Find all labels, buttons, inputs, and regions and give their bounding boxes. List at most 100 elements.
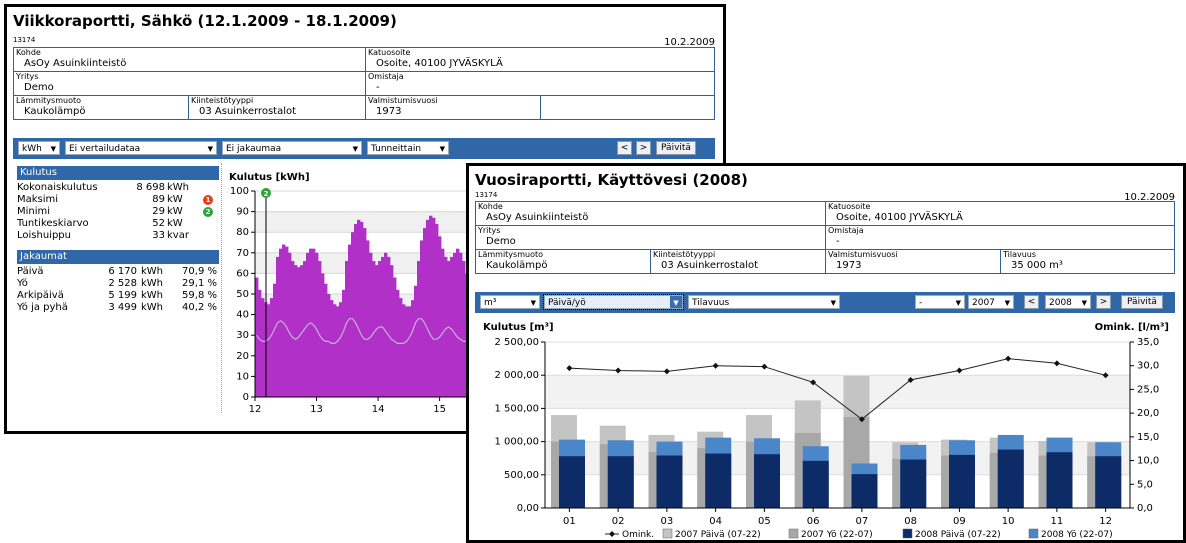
stat-value: 33	[152, 230, 165, 241]
y-tick-label: 10	[236, 371, 249, 382]
x-tick-label: 14	[372, 404, 385, 413]
compare-select[interactable]: - ▼	[915, 295, 965, 309]
kulutus-panel: Kulutus Kokonaiskulutus 8 698 kWh Maksimi 89…	[17, 166, 219, 314]
weekly-consumption-chart: 1009080706050403020100212 13 14 15	[230, 186, 487, 413]
kulutus-row: Minimi 29 kW 2	[17, 206, 219, 218]
consumption-bar	[282, 244, 286, 397]
chevron-down-icon: ▼	[352, 145, 358, 153]
consumption-bar	[414, 285, 418, 397]
refresh-button[interactable]: Päivitä	[656, 141, 696, 155]
omink-point	[615, 367, 622, 374]
consumption-bar	[405, 306, 409, 397]
basis-select[interactable]: Tilavuus ▼	[688, 295, 840, 309]
page-title: Vuosiraportti, Käyttövesi (2008)	[475, 171, 748, 189]
consumption-bar	[318, 261, 322, 397]
stat-value: 5 199	[108, 290, 137, 301]
stat-unit: kWh	[141, 278, 164, 289]
split-select[interactable]: Päivä/yö ▼	[543, 294, 684, 310]
consumption-bar	[288, 252, 292, 397]
jakaumat-row: Yö ja pyhä 3 499 kWh 40,2 %	[17, 302, 219, 314]
prev-button[interactable]: <	[1024, 295, 1039, 309]
chevron-down-icon: ▼	[830, 299, 836, 307]
y-tick-label: 60	[236, 268, 249, 279]
x-tick-label: 13	[310, 404, 323, 413]
kiinteisto-label: Kiinteistötyyppi	[191, 96, 254, 105]
legend-label: 2008 Päivä (07-22)	[915, 530, 1001, 540]
consumption-bar	[354, 223, 358, 397]
consumption-bar	[279, 248, 283, 397]
split-select[interactable]: Ei jakaumaa ▼	[222, 141, 362, 155]
year1-select[interactable]: 2007 ▼	[968, 295, 1014, 309]
consumption-bar	[339, 302, 343, 397]
stat-unit: kWh	[141, 302, 164, 313]
unit-select[interactable]: m³ ▼	[480, 295, 540, 309]
min-marker-icon[interactable]: 2	[203, 207, 213, 217]
chevron-down-icon: ▼	[530, 299, 536, 307]
stat-percent: 70,9 %	[182, 266, 217, 277]
kiinteisto-value: 03 Asuinkerrostalot	[661, 260, 759, 271]
yritys-value: Demo	[24, 82, 54, 93]
omink-point	[761, 363, 768, 370]
y2-tick-label: 10,0	[1137, 456, 1159, 467]
consumption-bar	[294, 265, 298, 397]
x-tick-label: 11	[1051, 516, 1064, 527]
kohde-label: Kohde	[478, 202, 503, 211]
grid-band	[545, 375, 1130, 409]
lammitys-label: Lämmitysmuoto	[478, 250, 543, 259]
x-tick-label: 08	[904, 516, 917, 527]
consumption-bar	[417, 261, 421, 397]
stat-label: Kokonaiskulutus	[17, 182, 98, 193]
lammitys-label: Lämmitysmuoto	[16, 96, 81, 105]
bar-2008-day	[607, 456, 634, 508]
kulutus-row: Kokonaiskulutus 8 698 kWh	[17, 182, 219, 194]
stat-percent: 40,2 %	[182, 302, 217, 313]
yritys-value: Demo	[486, 236, 516, 247]
interval-select[interactable]: Tunneittain ▼	[367, 141, 449, 155]
consumption-bar	[327, 294, 331, 397]
katuosoite-label: Katuosoite	[368, 48, 411, 57]
next-button[interactable]: >	[1096, 295, 1111, 309]
bar-2008-day	[705, 453, 732, 508]
x-tick-label: 07	[856, 516, 869, 527]
x-tick-label: 06	[807, 516, 820, 527]
y-tick-label: 0,00	[517, 503, 539, 514]
consumption-bar	[312, 248, 316, 397]
y-tick-label: 2 000,00	[494, 370, 539, 381]
prev-button[interactable]: <	[617, 141, 632, 155]
y2-tick-label: 20,0	[1137, 408, 1159, 419]
stat-unit: kvar	[167, 230, 189, 241]
consumption-bar	[411, 300, 415, 397]
unit-select[interactable]: kWh ▼	[18, 141, 60, 155]
next-button[interactable]: >	[636, 141, 651, 155]
consumption-bar	[450, 256, 454, 397]
omink-point	[1005, 355, 1012, 362]
y-tick-label: 1 000,00	[494, 437, 539, 448]
bar-2008-day	[851, 474, 878, 508]
consumption-bar	[435, 223, 439, 397]
consumption-bar	[267, 304, 271, 397]
y-tick-label: 40	[236, 310, 249, 321]
tilavuus-value: 35 000 m³	[1011, 260, 1063, 271]
stat-label: Tuntikeskiarvo	[17, 218, 89, 229]
x-tick-label: 02	[612, 516, 625, 527]
consumption-bar	[393, 277, 397, 397]
y-tick-label: 500,00	[504, 470, 539, 481]
consumption-bar	[366, 240, 370, 397]
consumption-bar	[372, 261, 376, 397]
property-id: 13174	[13, 36, 36, 44]
compare-select[interactable]: Ei vertailudataa ▼	[65, 141, 217, 155]
consumption-bar	[285, 246, 289, 397]
stat-percent: 29,1 %	[182, 278, 217, 289]
consumption-bar	[456, 248, 460, 397]
max-marker-icon[interactable]: 1	[203, 195, 213, 205]
bar-2008-day	[754, 454, 780, 508]
consumption-bar	[444, 256, 448, 397]
chevron-down-icon: ▼	[439, 145, 445, 153]
consumption-bar	[453, 252, 457, 397]
year2-select[interactable]: 2008 ▼	[1045, 295, 1091, 309]
legend-label: Omink.	[622, 530, 654, 540]
consumption-bar	[360, 221, 364, 397]
refresh-button[interactable]: Päivitä	[1121, 295, 1163, 309]
omink-point	[712, 362, 719, 369]
consumption-bar	[351, 232, 355, 397]
